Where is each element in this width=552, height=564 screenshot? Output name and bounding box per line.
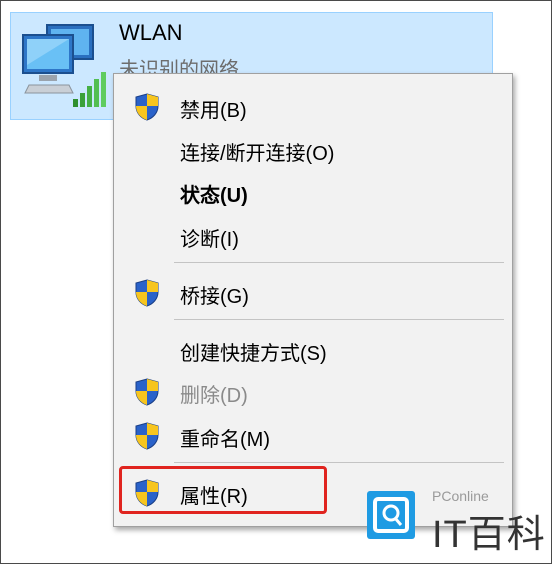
menu-item-label: 桥接(G) xyxy=(180,286,249,308)
menu-separator xyxy=(174,319,504,320)
menu-item-label: 连接/断开连接(O) xyxy=(180,143,335,165)
menu-item-connect-disconnect[interactable]: 连接/断开连接(O) xyxy=(116,129,510,169)
context-menu: 禁用(B) 连接/断开连接(O) 状态(U) 诊断(I) 桥接(G) 创建快捷方… xyxy=(113,73,513,527)
uac-shield-icon xyxy=(135,279,159,307)
uac-shield-icon xyxy=(135,378,159,406)
uac-shield-icon xyxy=(135,93,159,121)
watermark-brand-text: IT百科 xyxy=(432,514,546,556)
watermark-logo-icon xyxy=(367,491,415,539)
menu-item-label: 删除(D) xyxy=(180,385,248,407)
network-adapter-icon xyxy=(22,24,106,107)
menu-separator xyxy=(174,262,504,263)
watermark-brand-top: PConline xyxy=(432,488,489,504)
menu-item-rename[interactable]: 重命名(M) xyxy=(116,415,510,455)
menu-item-label: 状态(U) xyxy=(180,185,248,207)
menu-separator xyxy=(174,462,504,463)
menu-item-delete: 删除(D) xyxy=(116,371,510,411)
uac-shield-icon xyxy=(135,422,159,450)
menu-item-disable[interactable]: 禁用(B) xyxy=(116,86,510,126)
properties-highlight-box xyxy=(119,466,327,514)
menu-item-label: 禁用(B) xyxy=(180,100,247,122)
menu-item-status[interactable]: 状态(U) xyxy=(116,171,510,211)
menu-item-diagnose[interactable]: 诊断(I) xyxy=(116,215,510,255)
menu-item-label: 重命名(M) xyxy=(180,429,270,451)
menu-item-bridge[interactable]: 桥接(G) xyxy=(116,272,510,312)
menu-item-create-shortcut[interactable]: 创建快捷方式(S) xyxy=(116,329,510,369)
menu-item-label: 创建快捷方式(S) xyxy=(180,343,327,365)
menu-item-label: 诊断(I) xyxy=(180,229,239,251)
adapter-name: WLAN xyxy=(119,20,183,45)
